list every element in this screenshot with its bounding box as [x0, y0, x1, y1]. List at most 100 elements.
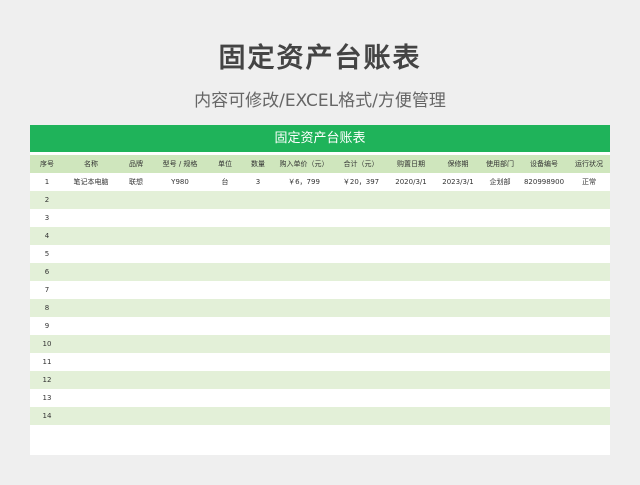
table-cell[interactable] — [118, 317, 154, 335]
table-cell[interactable] — [386, 389, 436, 407]
table-cell[interactable] — [480, 245, 520, 263]
table-cell[interactable] — [480, 299, 520, 317]
table-cell[interactable]: 2020/3/1 — [386, 173, 436, 191]
table-cell[interactable]: 820998900 — [520, 173, 568, 191]
column-header[interactable]: 设备编号 — [520, 155, 568, 173]
table-cell[interactable] — [336, 407, 386, 425]
table-cell[interactable] — [568, 317, 610, 335]
table-cell[interactable] — [520, 299, 568, 317]
table-cell[interactable] — [64, 317, 118, 335]
table-cell[interactable] — [118, 281, 154, 299]
table-cell[interactable] — [244, 299, 272, 317]
table-cell[interactable] — [154, 353, 206, 371]
table-cell[interactable]: 12 — [30, 371, 64, 389]
table-cell[interactable] — [154, 371, 206, 389]
table-cell[interactable]: 台 — [206, 173, 244, 191]
table-cell[interactable] — [568, 209, 610, 227]
table-cell[interactable] — [568, 371, 610, 389]
table-cell[interactable] — [336, 245, 386, 263]
table-cell[interactable] — [436, 191, 480, 209]
table-row[interactable]: 6 — [30, 263, 610, 281]
table-cell[interactable] — [118, 353, 154, 371]
table-cell[interactable] — [272, 245, 336, 263]
table-cell[interactable] — [336, 191, 386, 209]
column-header[interactable]: 购入单价（元） — [272, 155, 336, 173]
table-cell[interactable] — [520, 353, 568, 371]
table-cell[interactable] — [336, 389, 386, 407]
table-cell[interactable] — [244, 335, 272, 353]
table-cell[interactable] — [336, 227, 386, 245]
table-cell[interactable]: Y980 — [154, 173, 206, 191]
table-cell[interactable] — [272, 389, 336, 407]
table-cell[interactable]: ￥20，397 — [336, 173, 386, 191]
table-cell[interactable]: 14 — [30, 407, 64, 425]
table-cell[interactable]: 企划部 — [480, 173, 520, 191]
table-cell[interactable] — [64, 335, 118, 353]
table-cell[interactable] — [386, 371, 436, 389]
table-cell[interactable] — [118, 245, 154, 263]
table-cell[interactable] — [206, 281, 244, 299]
table-cell[interactable] — [64, 191, 118, 209]
table-cell[interactable] — [386, 227, 436, 245]
table-cell[interactable] — [206, 317, 244, 335]
table-cell[interactable] — [64, 227, 118, 245]
table-cell[interactable] — [118, 371, 154, 389]
table-cell[interactable] — [480, 191, 520, 209]
table-cell[interactable]: 13 — [30, 389, 64, 407]
table-cell[interactable]: 10 — [30, 335, 64, 353]
table-cell[interactable] — [64, 353, 118, 371]
column-header[interactable]: 使用部门 — [480, 155, 520, 173]
table-cell[interactable] — [386, 245, 436, 263]
table-cell[interactable] — [244, 317, 272, 335]
table-cell[interactable] — [206, 191, 244, 209]
table-cell[interactable] — [118, 191, 154, 209]
column-header[interactable]: 购置日期 — [386, 155, 436, 173]
table-cell[interactable] — [272, 281, 336, 299]
table-cell[interactable] — [436, 407, 480, 425]
table-cell[interactable] — [118, 407, 154, 425]
table-cell[interactable] — [272, 299, 336, 317]
table-cell[interactable]: 5 — [30, 245, 64, 263]
table-cell[interactable] — [436, 425, 480, 443]
table-row[interactable] — [30, 425, 610, 443]
table-row[interactable]: 5 — [30, 245, 610, 263]
table-cell[interactable] — [386, 281, 436, 299]
table-cell[interactable] — [154, 407, 206, 425]
table-row[interactable]: 14 — [30, 407, 610, 425]
table-cell[interactable] — [244, 281, 272, 299]
table-cell[interactable] — [336, 317, 386, 335]
table-row[interactable]: 1 笔记本电脑 联想 Y980 台 3 ￥6，799 ￥20，397 2020/3/1 2023/… — [30, 173, 610, 191]
table-cell[interactable] — [436, 209, 480, 227]
column-header[interactable]: 型号 / 规格 — [154, 155, 206, 173]
table-row[interactable]: 10 — [30, 335, 610, 353]
table-cell[interactable]: 正常 — [568, 173, 610, 191]
table-cell[interactable] — [480, 353, 520, 371]
table-cell[interactable] — [244, 371, 272, 389]
table-cell[interactable] — [272, 371, 336, 389]
table-cell[interactable]: 3 — [30, 209, 64, 227]
table-cell[interactable] — [520, 263, 568, 281]
table-cell[interactable] — [480, 209, 520, 227]
table-cell[interactable] — [244, 407, 272, 425]
table-cell[interactable] — [520, 425, 568, 443]
table-row[interactable]: 7 — [30, 281, 610, 299]
table-cell[interactable] — [568, 335, 610, 353]
table-cell[interactable] — [64, 299, 118, 317]
table-cell[interactable] — [64, 389, 118, 407]
table-cell[interactable] — [118, 389, 154, 407]
table-cell[interactable] — [480, 227, 520, 245]
table-cell[interactable] — [272, 335, 336, 353]
table-cell[interactable] — [272, 263, 336, 281]
table-cell[interactable] — [568, 407, 610, 425]
table-cell[interactable]: 7 — [30, 281, 64, 299]
table-cell[interactable] — [118, 263, 154, 281]
table-cell[interactable]: 6 — [30, 263, 64, 281]
table-row[interactable]: 3 — [30, 209, 610, 227]
table-cell[interactable] — [436, 227, 480, 245]
table-cell[interactable] — [272, 425, 336, 443]
table-cell[interactable] — [480, 389, 520, 407]
table-cell[interactable] — [520, 191, 568, 209]
table-cell[interactable] — [118, 299, 154, 317]
table-cell[interactable] — [206, 407, 244, 425]
table-cell[interactable] — [436, 335, 480, 353]
